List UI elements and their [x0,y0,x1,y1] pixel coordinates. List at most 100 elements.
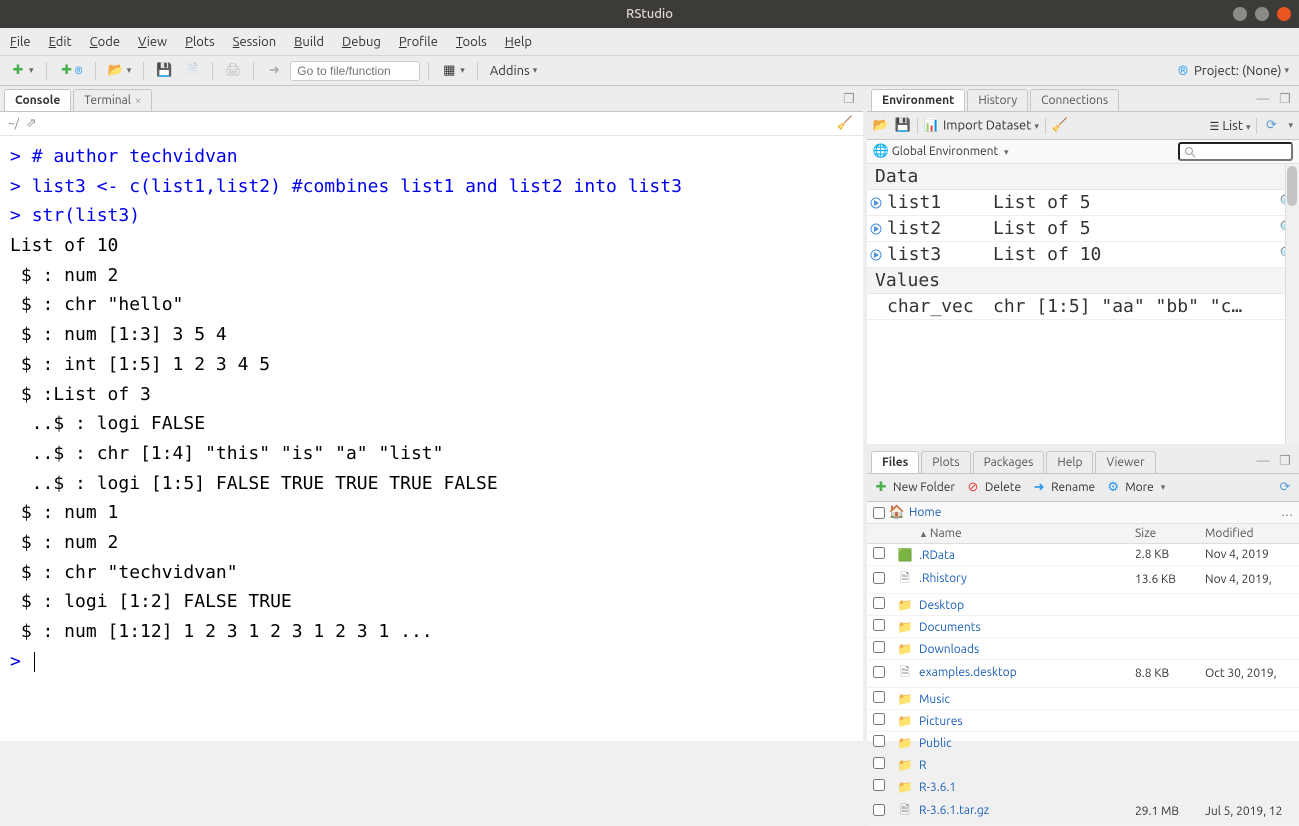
pane-window-icon[interactable]: ❐ [841,91,857,107]
rename-button[interactable]: ➜Rename [1031,480,1095,496]
file-name[interactable]: 📁Desktop [891,594,1129,616]
clear-env-icon[interactable]: 🧹 [1052,118,1068,134]
file-row[interactable]: 📁Downloads [867,638,1299,660]
refresh-files-icon[interactable]: ⟳ [1277,480,1293,496]
file-row[interactable]: 🗎.Rhistory13.6 KBNov 4, 2019, [867,566,1299,594]
file-row[interactable]: 📁Pictures [867,710,1299,732]
file-row[interactable]: 📁Music [867,688,1299,710]
file-checkbox[interactable] [873,779,885,791]
maximize-button[interactable] [1255,7,1269,21]
file-name[interactable]: 📁Pictures [891,710,1129,732]
file-checkbox[interactable] [873,597,885,609]
file-checkbox[interactable] [873,757,885,769]
goto-file-input[interactable] [290,61,420,81]
menu-help[interactable]: Help [505,35,532,49]
save-button[interactable]: 💾 [152,60,176,82]
home-icon[interactable]: 🏠 [889,505,905,521]
addins-button[interactable]: Addins▾ [486,60,541,82]
open-file-button[interactable]: 📂▾ [104,60,136,82]
tab-viewer[interactable]: Viewer [1095,451,1155,473]
file-checkbox[interactable] [873,713,885,725]
file-row[interactable]: 📁Documents [867,616,1299,638]
tab-plots[interactable]: Plots [921,451,970,473]
pane-window-icon[interactable]: ❐ [1277,91,1293,107]
file-checkbox[interactable] [873,804,885,816]
minimize-button[interactable] [1233,7,1247,21]
pane-collapse-icon[interactable]: — [1255,453,1271,469]
file-name[interactable]: 🗎R-3.6.1.tar.gz [891,798,1129,826]
menu-build[interactable]: Build [294,35,324,49]
more-button[interactable]: ⚙More▾ [1105,480,1165,496]
save-all-button[interactable]: 🗎 [180,60,204,82]
file-row[interactable]: 📁Public [867,732,1299,754]
close-window-button[interactable] [1277,7,1291,21]
tab-environment[interactable]: Environment [871,89,965,111]
pane-collapse-icon[interactable]: — [1255,91,1271,107]
env-row[interactable]: char_vecchr [1:5] "aa" "bb" "c… [867,294,1299,320]
env-search-input[interactable] [1178,142,1293,161]
file-name[interactable]: 🗎.Rhistory [891,566,1129,594]
project-menu[interactable]: ® Project: (None)▾ [1171,60,1293,82]
new-folder-button[interactable]: ✚New Folder [873,480,955,496]
menu-edit[interactable]: Edit [49,35,72,49]
refresh-env-icon[interactable]: ⟳ [1263,118,1279,134]
import-dataset-button[interactable]: 📊 Import Dataset▾ [924,118,1039,134]
file-checkbox[interactable] [873,691,885,703]
menu-session[interactable]: Session [233,35,276,49]
save-workspace-icon[interactable]: 💾 [895,118,911,134]
env-scope-label[interactable]: Global Environment ▾ [892,145,1009,158]
menu-profile[interactable]: Profile [399,35,438,49]
file-checkbox[interactable] [873,666,885,678]
select-all-checkbox[interactable] [873,507,885,519]
file-name[interactable]: 🟩.RData [891,544,1129,566]
file-row[interactable]: 🗎R-3.6.1.tar.gz29.1 MBJul 5, 2019, 12 [867,798,1299,826]
delete-button[interactable]: ⊘Delete [965,480,1021,496]
file-checkbox[interactable] [873,619,885,631]
expand-icon[interactable] [867,223,885,235]
file-row[interactable]: 🗎examples.desktop8.8 KBOct 30, 2019, [867,660,1299,688]
breadcrumb-home[interactable]: Home [909,506,941,519]
file-name[interactable]: 🗎examples.desktop [891,660,1129,688]
menu-tools[interactable]: Tools [456,35,487,49]
menu-file[interactable]: File [10,35,31,49]
file-checkbox[interactable] [873,641,885,653]
file-row[interactable]: 📁R [867,754,1299,776]
file-name[interactable]: 📁Downloads [891,638,1129,660]
env-row[interactable]: list3List of 10🔍 [867,242,1299,268]
file-name[interactable]: 📁Public [891,732,1129,754]
env-row[interactable]: list2List of 5🔍 [867,216,1299,242]
new-project-button[interactable]: ✚® [55,60,87,82]
pane-window-icon[interactable]: ❐ [1277,453,1293,469]
tab-console[interactable]: Console [4,89,71,111]
file-checkbox[interactable] [873,547,885,559]
file-checkbox[interactable] [873,735,885,747]
expand-icon[interactable] [867,249,885,261]
env-view-mode[interactable]: ☰ List▾ [1210,119,1251,133]
path-more-icon[interactable]: … [1281,506,1293,519]
tab-terminal[interactable]: Terminal× [73,89,152,111]
menu-debug[interactable]: Debug [342,35,381,49]
file-name[interactable]: 📁R-3.6.1 [891,776,1129,798]
sort-arrow-icon[interactable]: ▲ [919,529,928,539]
goto-dir-icon[interactable]: ⇗ [23,116,39,132]
file-row[interactable]: 🟩.RData2.8 KBNov 4, 2019 [867,544,1299,566]
tab-help[interactable]: Help [1046,451,1093,473]
tab-history[interactable]: History [967,89,1028,111]
clear-console-icon[interactable]: 🧹 [837,116,853,132]
menu-view[interactable]: View [138,35,167,49]
file-checkbox[interactable] [873,572,885,584]
tab-files[interactable]: Files [871,451,919,473]
menu-code[interactable]: Code [90,35,120,49]
expand-icon[interactable] [867,197,885,209]
print-button[interactable]: 🖨 [221,60,245,82]
new-file-button[interactable]: ✚▾ [6,60,38,82]
env-row[interactable]: list1List of 5🔍 [867,190,1299,216]
console-output[interactable]: > # author techvidvan> list3 <- c(list1,… [0,136,863,741]
tab-packages[interactable]: Packages [973,451,1045,473]
file-row[interactable]: 📁R-3.6.1 [867,776,1299,798]
tab-connections[interactable]: Connections [1030,89,1119,111]
menu-plots[interactable]: Plots [185,35,215,49]
load-workspace-icon[interactable]: 📂 [873,118,889,134]
scrollbar[interactable] [1285,164,1299,444]
grid-button[interactable]: ▦▾ [437,60,469,82]
